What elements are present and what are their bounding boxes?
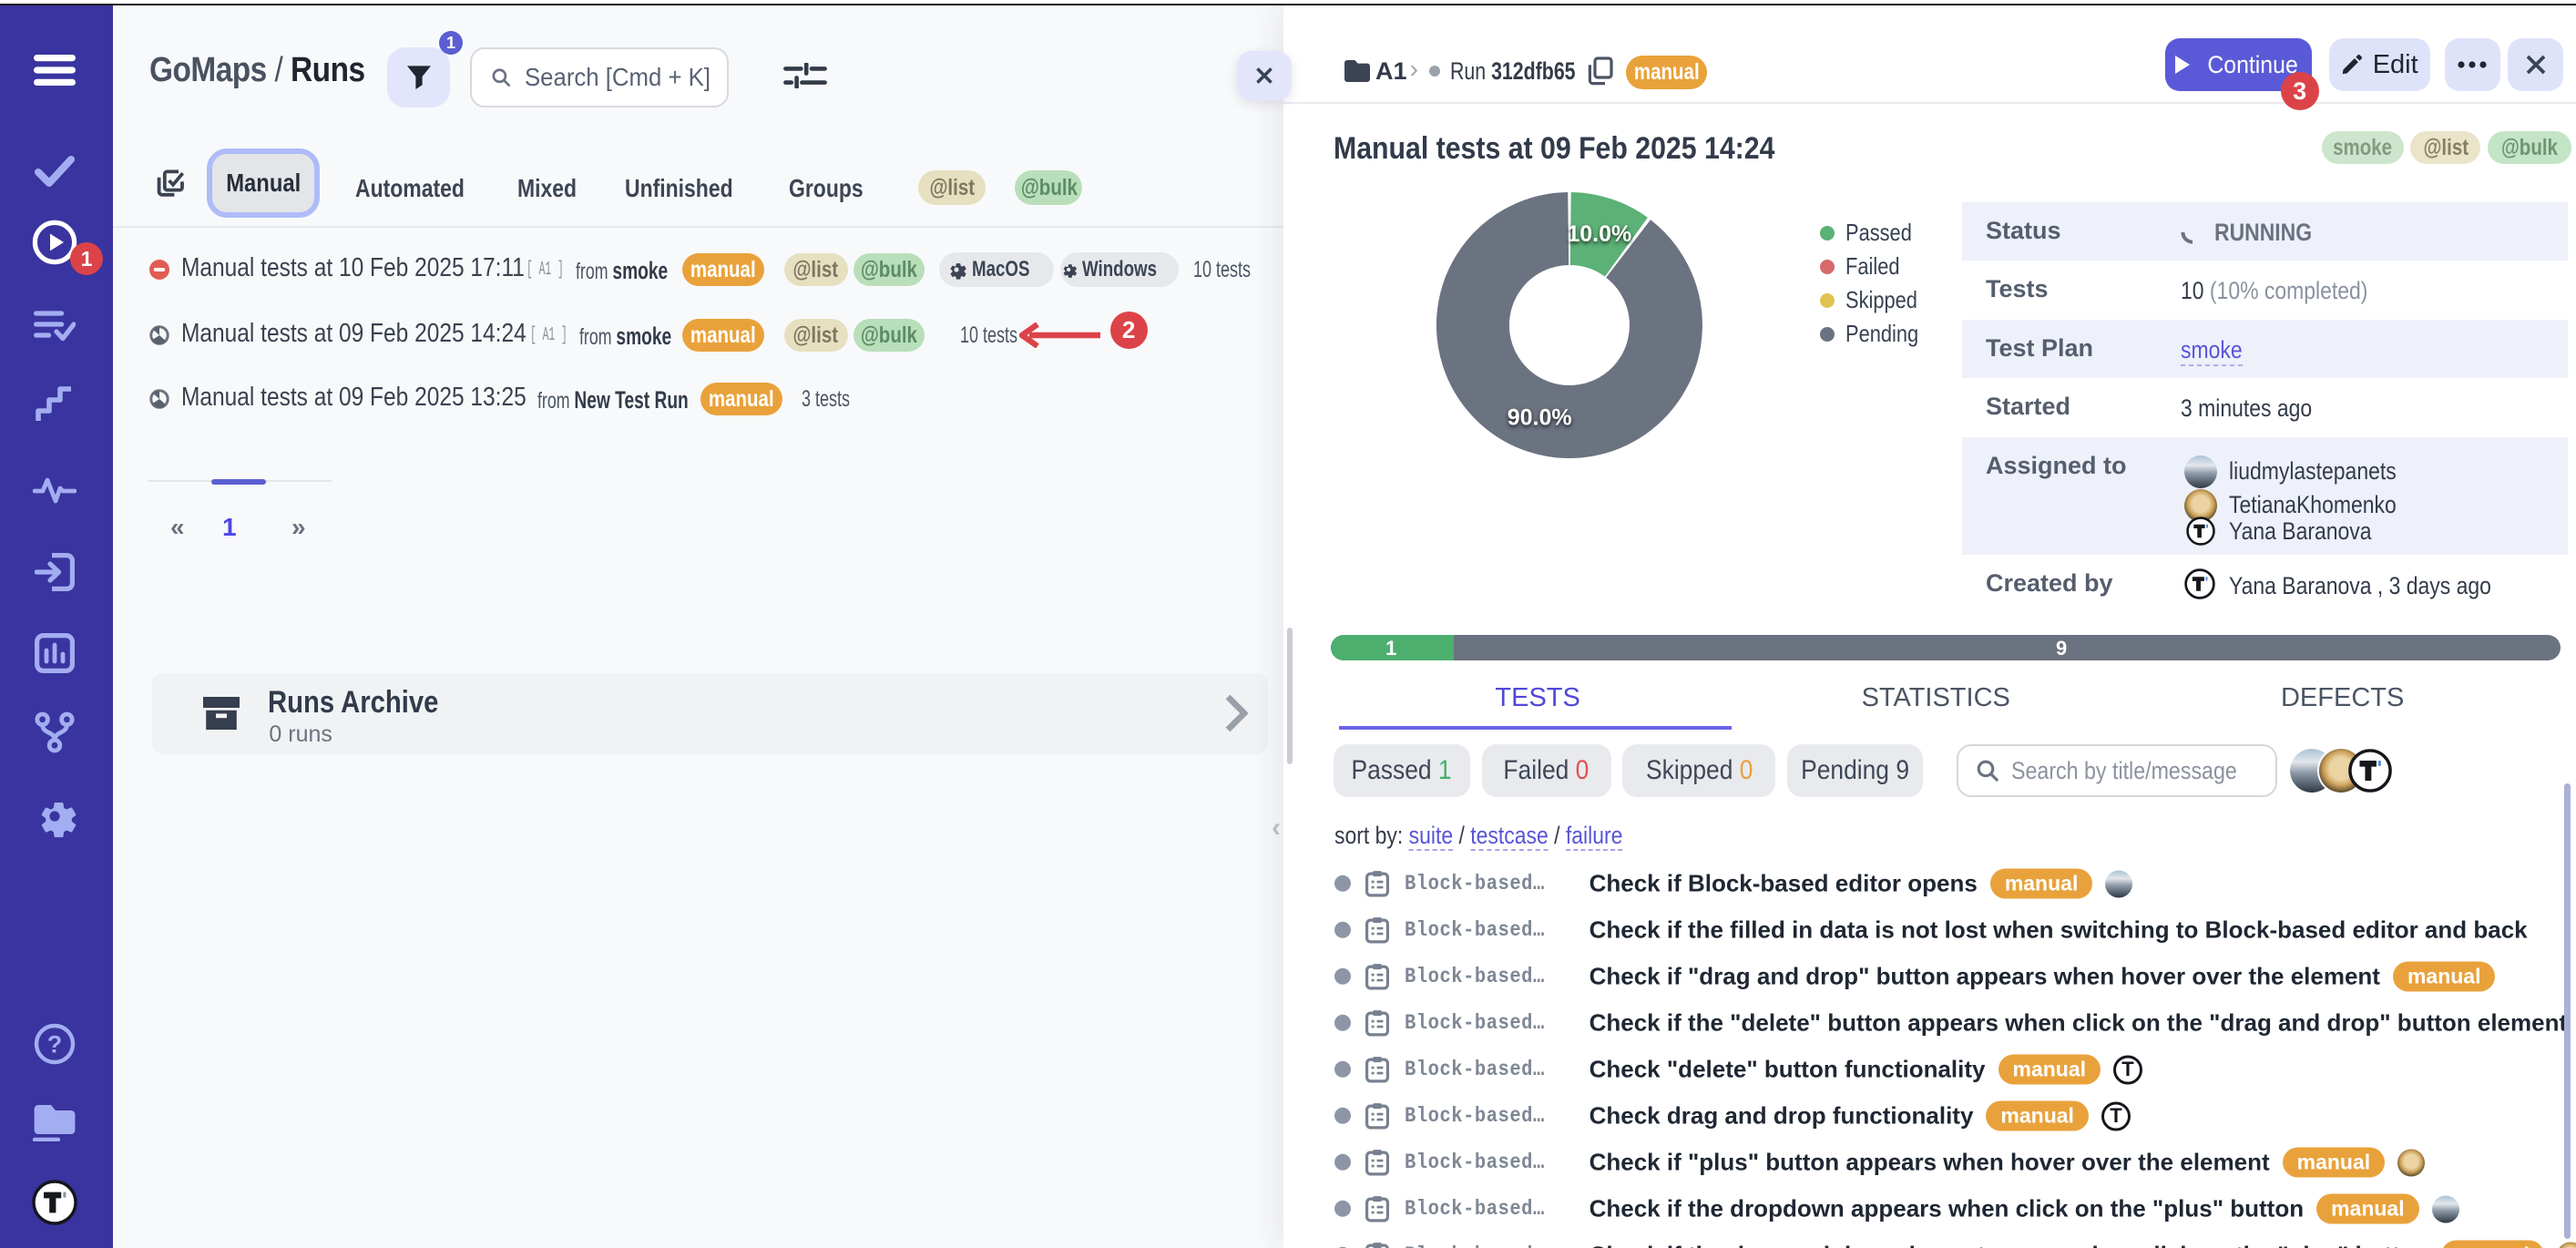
svg-text:?: ? xyxy=(47,1031,63,1059)
svg-text:90.0%: 90.0% xyxy=(1508,405,1572,431)
svg-text:10.0%: 10.0% xyxy=(1567,221,1631,247)
